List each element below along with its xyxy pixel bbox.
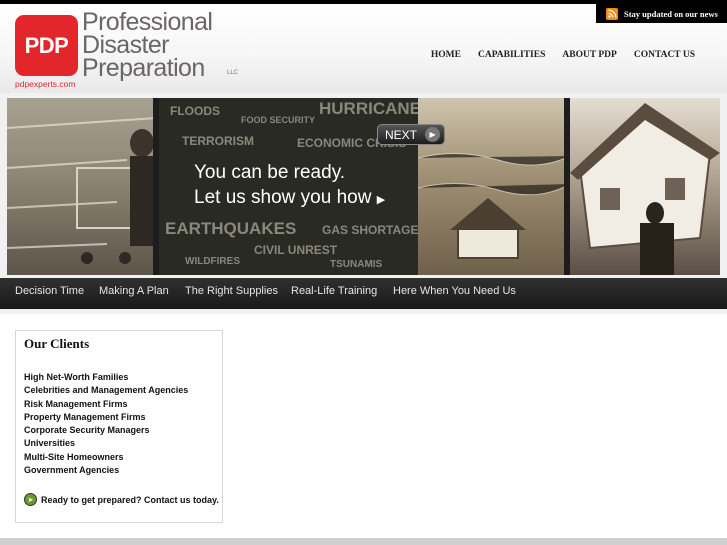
client-item: Celebrities and Management Agencies xyxy=(24,385,189,396)
tagline-line-2: Let us show you how ▶ xyxy=(194,187,386,208)
banner-word-civil-unrest: CIVIL UNREST xyxy=(254,243,338,257)
client-item: Corporate Security Managers xyxy=(24,425,150,436)
tagline-line-1: You can be ready. xyxy=(194,162,346,183)
banner-word-terrorism: TERRORISM xyxy=(182,134,254,148)
client-item: High Net-Worth Families xyxy=(24,372,129,382)
logo-mark[interactable]: PDP xyxy=(15,15,78,76)
subnav-decision-time[interactable]: Decision Time xyxy=(15,285,84,297)
logo-suffix: LLC xyxy=(227,70,239,76)
banner-word-food-security: FOOD SECURITY xyxy=(241,115,316,125)
next-label: NEXT xyxy=(385,127,418,142)
subnav-here-when-you-need-us[interactable]: Here When You Need Us xyxy=(393,285,516,297)
nav-contact[interactable]: CONTACT US xyxy=(634,50,695,60)
clients-title: Our Clients xyxy=(24,336,90,351)
main-nav: HOME CAPABILITIES ABOUT PDP CONTACT US xyxy=(414,50,695,60)
client-item: Property Management Firms xyxy=(24,411,146,422)
rss-icon xyxy=(606,7,618,20)
banner-word-gas-shortages: GAS SHORTAGES xyxy=(322,223,427,237)
clients-list: High Net-Worth Families Celebrities and … xyxy=(24,372,188,478)
subnav-right-supplies[interactable]: The Right Supplies xyxy=(185,285,278,297)
client-item: Government Agencies xyxy=(24,465,120,476)
nav-home[interactable]: HOME xyxy=(431,50,461,60)
next-arrow-icon: ▶ xyxy=(425,127,441,142)
secondary-nav: Decision Time Making A Plan The Right Su… xyxy=(0,278,727,309)
next-slide-button[interactable]: NEXT ▶ xyxy=(377,124,445,145)
logo-wordmark[interactable]: Professional Disaster Preparation xyxy=(82,10,213,82)
client-item: Multi-Site Homeowners xyxy=(24,451,124,462)
contact-cta-link[interactable]: ➤ Ready to get prepared? Contact us toda… xyxy=(24,493,219,506)
banner-divider xyxy=(153,98,159,275)
banner-divider xyxy=(564,98,570,275)
logo-url: pdpexperts.com xyxy=(15,79,76,89)
our-clients-box: Our Clients High Net-Worth Families Cele… xyxy=(15,330,223,523)
banner-word-earthquakes: EARTHQUAKES xyxy=(165,219,297,238)
banner-word-wildfires: WILDFIRES xyxy=(185,256,240,267)
rss-label: Stay updated on our news xyxy=(624,8,718,19)
banner-photo-collapsed-house xyxy=(570,98,720,275)
banner-tagline[interactable]: You can be ready. Let us show you how ▶ xyxy=(194,160,385,213)
banner-word-hurricanes: HURRICANES xyxy=(319,99,433,118)
footer-bar xyxy=(0,538,727,545)
hero-banner[interactable]: FLOODS FOOD SECURITY HURRICANES TERRORIS… xyxy=(7,98,720,275)
rss-news-link[interactable]: Stay updated on our news xyxy=(596,4,727,23)
client-item: Risk Management Firms xyxy=(24,398,128,409)
client-item: Universities xyxy=(24,438,76,449)
banner-photo-shopping-cart xyxy=(7,98,157,275)
subnav-real-life-training[interactable]: Real-Life Training xyxy=(291,285,377,297)
logo-mark-text: PDP xyxy=(24,32,69,58)
banner-word-floods: FLOODS xyxy=(170,104,220,118)
play-arrow-icon: ▶ xyxy=(376,194,386,206)
logo-line-3: Preparation xyxy=(82,54,205,82)
nav-capabilities[interactable]: CAPABILITIES xyxy=(478,50,545,60)
subnav-making-a-plan[interactable]: Making A Plan xyxy=(99,285,169,297)
banner-word-tsunamis: TSUNAMIS xyxy=(330,259,383,270)
arrow-right-icon: ➤ xyxy=(24,493,37,506)
cta-label: Ready to get prepared? Contact us today. xyxy=(41,494,219,505)
nav-about[interactable]: ABOUT PDP xyxy=(562,50,616,60)
